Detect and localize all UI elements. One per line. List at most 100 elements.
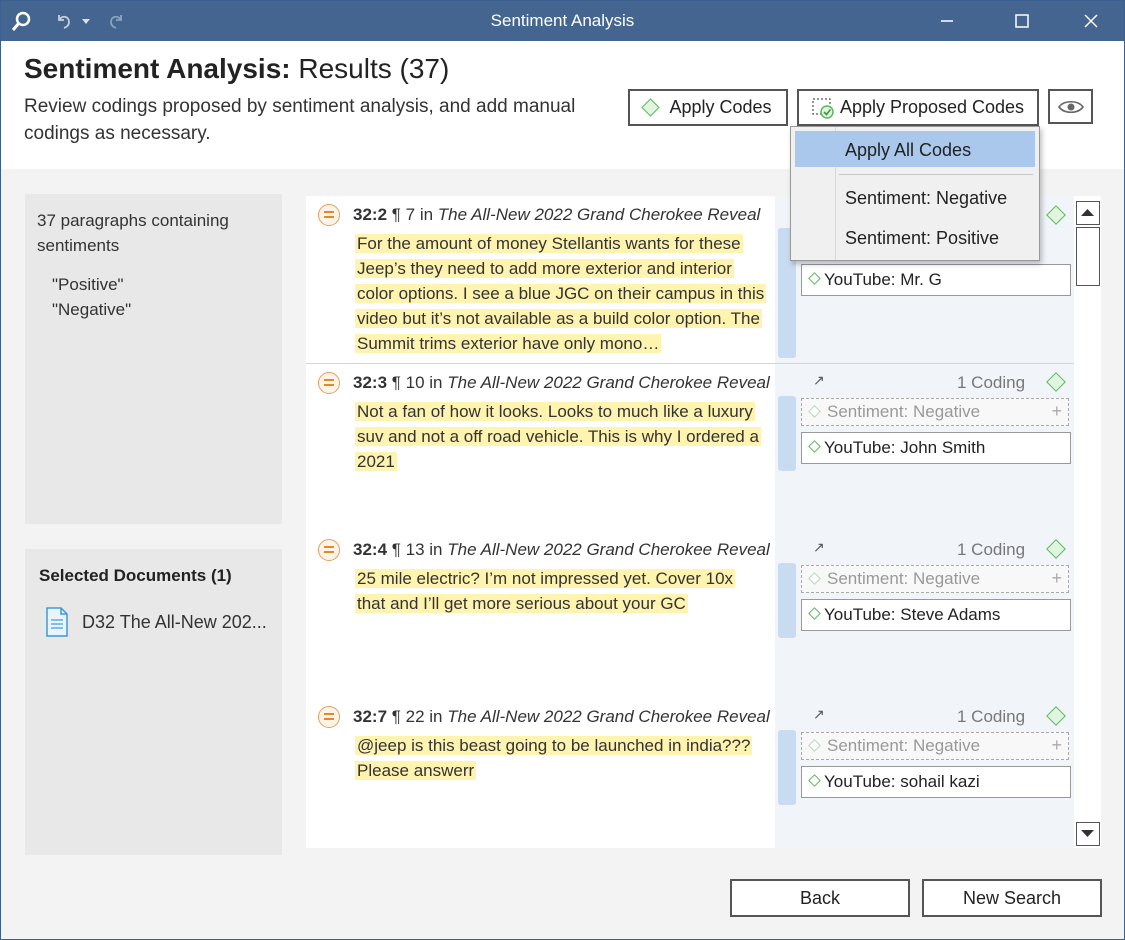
result-ref: 32:3 bbox=[353, 373, 388, 392]
result-in: in bbox=[429, 373, 443, 392]
quotation-icon bbox=[318, 372, 340, 394]
add-proposed-icon[interactable]: + bbox=[1051, 735, 1062, 756]
coding-stripe bbox=[778, 396, 796, 471]
result-paragraph: ¶ 13 bbox=[391, 540, 425, 559]
back-button[interactable]: Back bbox=[730, 879, 910, 917]
code-label: YouTube: John Smith bbox=[824, 438, 986, 457]
selected-documents-panel: Selected Documents (1) D32 The All-New 2… bbox=[25, 549, 282, 855]
eye-icon bbox=[1057, 100, 1084, 113]
proposed-diamond-icon bbox=[808, 572, 821, 585]
scroll-down-button[interactable] bbox=[1076, 822, 1100, 846]
proposed-code-label: Sentiment: Negative bbox=[827, 569, 981, 588]
code-diamond-icon bbox=[808, 272, 821, 285]
add-proposed-icon[interactable]: + bbox=[1051, 401, 1062, 422]
proposed-code[interactable]: Sentiment: Negative + bbox=[801, 398, 1069, 426]
menu-separator bbox=[839, 174, 1033, 175]
result-header: 32:7 ¶ 22 in The All-New 2022 Grand Cher… bbox=[353, 707, 770, 727]
coding-stripe bbox=[778, 563, 796, 638]
code-chip[interactable]: YouTube: Mr. G bbox=[801, 264, 1071, 296]
results-list[interactable]: 32:2 ¶ 7 in The All-New 2022 Grand Chero… bbox=[306, 196, 1101, 848]
summary-panel: 37 paragraphs containing sentiments "Pos… bbox=[25, 194, 282, 524]
apply-proposed-codes-menu: Apply All Codes Sentiment: Negative Sent… bbox=[790, 126, 1040, 261]
result-ref: 32:7 bbox=[353, 707, 388, 726]
code-chip[interactable]: YouTube: sohail kazi bbox=[801, 766, 1071, 798]
apply-proposed-codes-label: Apply Proposed Codes bbox=[839, 97, 1025, 117]
result-text: Not a fan of how it looks. Looks to much… bbox=[355, 399, 765, 474]
highlighted-text: @jeep is this beast going to be launched… bbox=[355, 736, 753, 780]
result-card[interactable]: 32:7 ¶ 22 in The All-New 2022 Grand Cher… bbox=[306, 698, 1074, 848]
menu-item-label: Sentiment: Positive bbox=[845, 228, 1000, 248]
menu-item-sentiment-positive[interactable]: Sentiment: Positive bbox=[795, 219, 1035, 255]
coding-count: 1 Coding bbox=[957, 707, 1026, 726]
proposed-code-icon bbox=[812, 97, 834, 119]
highlighted-text: 25 mile electric? I’m not impressed yet.… bbox=[355, 569, 736, 613]
page-title: Sentiment Analysis: Results (37) bbox=[24, 53, 449, 85]
add-proposed-icon[interactable]: + bbox=[1051, 568, 1062, 589]
result-header: 32:4 ¶ 13 in The All-New 2022 Grand Cher… bbox=[353, 540, 770, 560]
result-paragraph: ¶ 7 bbox=[391, 205, 416, 224]
code-diamond-icon bbox=[808, 774, 821, 787]
proposed-diamond-icon bbox=[808, 405, 821, 418]
open-arrow-icon[interactable]: ↗ bbox=[813, 539, 825, 556]
result-ref: 32:2 bbox=[353, 205, 388, 224]
title-bar: Sentiment Analysis bbox=[1, 1, 1124, 41]
menu-item-label: Sentiment: Negative bbox=[845, 188, 1008, 208]
close-icon[interactable] bbox=[1077, 7, 1105, 35]
coding-stripe bbox=[778, 730, 796, 805]
vertical-scrollbar[interactable] bbox=[1074, 196, 1101, 848]
result-in: in bbox=[429, 540, 443, 559]
menu-item-label: Apply All Codes bbox=[845, 140, 972, 160]
open-arrow-icon[interactable]: ↗ bbox=[813, 706, 825, 723]
result-document: The All-New 2022 Grand Cherokee Reveal bbox=[447, 540, 770, 559]
quotation-icon bbox=[318, 706, 340, 728]
maximize-icon[interactable] bbox=[1008, 7, 1036, 35]
apply-codes-label: Apply Codes bbox=[669, 97, 772, 117]
highlighted-text: For the amount of money Stellantis wants… bbox=[355, 234, 767, 353]
result-card[interactable]: 32:4 ¶ 13 in The All-New 2022 Grand Cher… bbox=[306, 531, 1074, 700]
apply-proposed-codes-button[interactable]: Apply Proposed Codes bbox=[797, 89, 1039, 126]
result-document: The All-New 2022 Grand Cherokee Reveal bbox=[447, 707, 770, 726]
result-card[interactable]: 32:3 ¶ 10 in The All-New 2022 Grand Cher… bbox=[306, 364, 1074, 533]
document-icon bbox=[45, 607, 69, 642]
coding-count: 1 Coding bbox=[957, 373, 1026, 392]
new-search-button[interactable]: New Search bbox=[922, 879, 1102, 917]
code-chip[interactable]: YouTube: Steve Adams bbox=[801, 599, 1071, 631]
result-in: in bbox=[429, 707, 443, 726]
code-diamond-icon bbox=[641, 98, 661, 117]
result-paragraph: ¶ 10 bbox=[391, 373, 425, 392]
code-diamond-icon bbox=[808, 607, 821, 620]
result-header: 32:3 ¶ 10 in The All-New 2022 Grand Cher… bbox=[353, 373, 770, 393]
result-paragraph: ¶ 22 bbox=[391, 707, 425, 726]
proposed-code-label: Sentiment: Negative bbox=[827, 402, 981, 421]
summary-text: 37 paragraphs containing sentiments bbox=[37, 211, 229, 255]
code-chip[interactable]: YouTube: John Smith bbox=[801, 432, 1071, 464]
proposed-code-label: Sentiment: Negative bbox=[827, 736, 981, 755]
new-search-button-label: New Search bbox=[962, 887, 1062, 908]
open-arrow-icon[interactable]: ↗ bbox=[813, 372, 825, 389]
result-document: The All-New 2022 Grand Cherokee Reveal bbox=[447, 373, 770, 392]
scrollbar-thumb[interactable] bbox=[1076, 227, 1100, 286]
proposed-diamond-icon bbox=[808, 739, 821, 752]
menu-item-apply-all-codes[interactable]: Apply All Codes bbox=[795, 131, 1035, 167]
page-title-rest: Results (37) bbox=[298, 53, 450, 84]
result-text: For the amount of money Stellantis wants… bbox=[355, 231, 767, 356]
result-ref: 32:4 bbox=[353, 540, 388, 559]
proposed-code[interactable]: Sentiment: Negative + bbox=[801, 732, 1069, 760]
minimize-icon[interactable] bbox=[933, 7, 961, 35]
proposed-code[interactable]: Sentiment: Negative + bbox=[801, 565, 1069, 593]
sentiment-negative-label: "Negative" bbox=[52, 300, 132, 319]
result-document: The All-New 2022 Grand Cherokee Reveal bbox=[437, 205, 761, 224]
coding-count: 1 Coding bbox=[957, 540, 1026, 559]
code-label: YouTube: Mr. G bbox=[824, 270, 942, 289]
selected-document-item[interactable]: D32 The All-New 202... bbox=[82, 612, 267, 633]
menu-item-sentiment-negative[interactable]: Sentiment: Negative bbox=[795, 179, 1035, 215]
code-label: YouTube: sohail kazi bbox=[824, 772, 980, 791]
page-title-bold: Sentiment Analysis: bbox=[24, 53, 291, 84]
apply-codes-button[interactable]: Apply Codes bbox=[628, 89, 788, 126]
preview-toggle-button[interactable] bbox=[1048, 89, 1093, 124]
scroll-up-button[interactable] bbox=[1076, 201, 1100, 225]
quotation-icon bbox=[318, 204, 340, 226]
result-text: 25 mile electric? I’m not impressed yet.… bbox=[355, 566, 765, 616]
sentiment-positive-label: "Positive" bbox=[52, 275, 124, 294]
sentiment-analysis-window: Sentiment Analysis Sentiment Analysis: R… bbox=[0, 0, 1125, 940]
